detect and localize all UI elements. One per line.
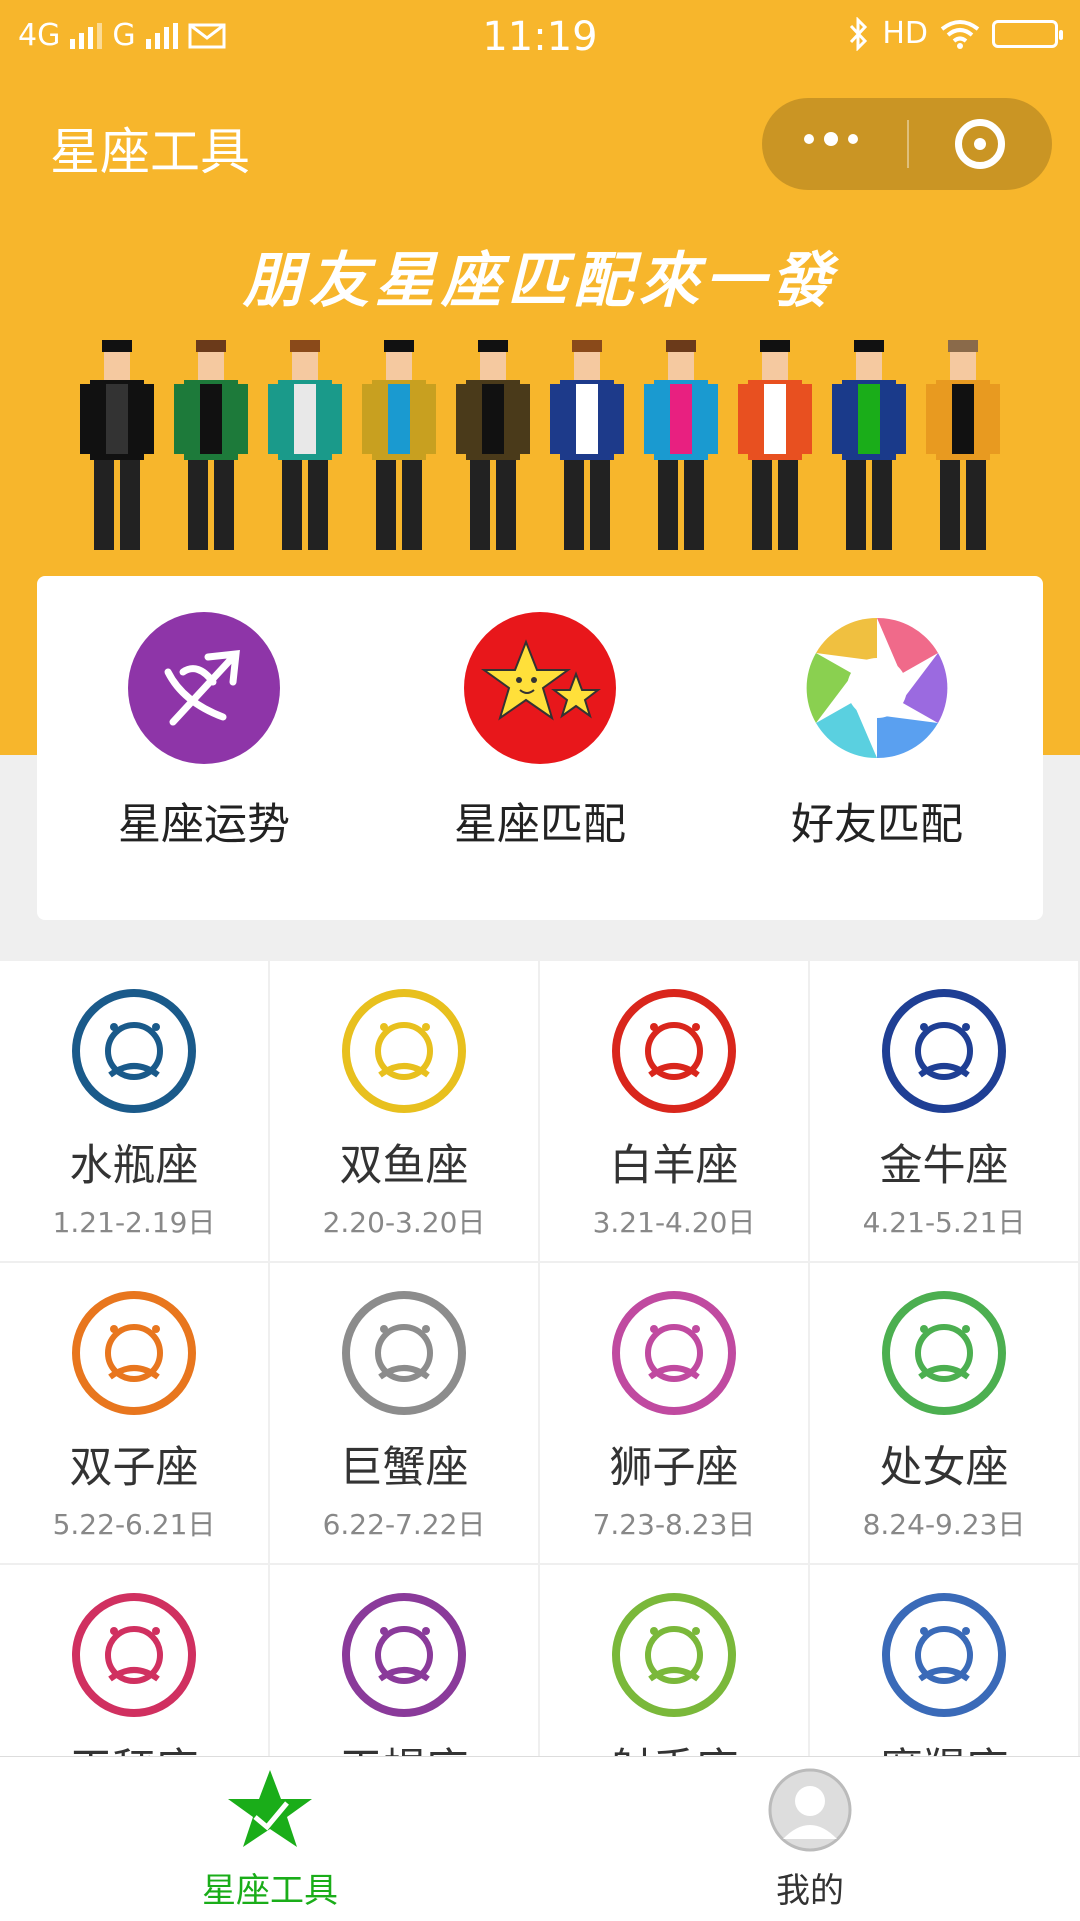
status-right: HD [848, 16, 1063, 51]
zodiac-name: 白羊座 [609, 1141, 739, 1191]
zodiac-icon [612, 1291, 736, 1415]
star-tab-icon [228, 1770, 312, 1847]
zodiac-dates: 8.24-9.23日 [862, 1508, 1026, 1541]
zodiac-name: 金牛座 [879, 1141, 1009, 1191]
capsule-divider [907, 120, 909, 168]
feature-horoscope[interactable]: 星座运势 [54, 612, 354, 852]
zodiac-name: 射手座 [540, 1735, 808, 1756]
zodiac-icon [882, 1291, 1006, 1415]
zodiac-icon [882, 1593, 1006, 1717]
zodiac-icon [612, 989, 736, 1113]
zodiac-cell[interactable]: 双鱼座 2.20-3.20日 [270, 961, 538, 1261]
zodiac-icon [72, 1291, 196, 1415]
zodiac-dates: 5.22-6.21日 [52, 1508, 216, 1541]
zodiac-dates: 6.22-7.22日 [322, 1508, 486, 1541]
zodiac-name: 水瓶座 [69, 1141, 199, 1191]
zodiac-name: 处女座 [879, 1443, 1009, 1493]
zodiac-icon [882, 989, 1006, 1113]
feature-label: 好友匹配 [791, 800, 963, 850]
zodiac-grid: 水瓶座 1.21-2.19日 双鱼座 2.20-3.20日 白羊座 3.21-4.20日 金… [0, 961, 1080, 1756]
zodiac-dates: 2.20-3.20日 [322, 1206, 486, 1239]
aperture-icon [801, 612, 953, 764]
zodiac-cell[interactable]: 双子座 5.22-6.21日 [0, 1263, 268, 1563]
zodiac-name: 狮子座 [609, 1443, 739, 1493]
zodiac-cell[interactable]: 射手座 [540, 1565, 808, 1756]
zodiac-dates: 1.21-2.19日 [52, 1206, 216, 1239]
tab-bar: 星座工具 我的 [0, 1756, 1080, 1921]
status-bar: 4G G 11:19 HD [0, 0, 1080, 80]
feature-card: 星座运势 星座匹配 好友匹配 [37, 576, 1043, 920]
feature-zodiac-match[interactable]: 星座匹配 [390, 612, 690, 852]
zodiac-cell[interactable]: 摩羯座 [810, 1565, 1078, 1756]
zodiac-icon [342, 989, 466, 1113]
zodiac-icon [72, 989, 196, 1113]
sagittarius-icon [128, 612, 280, 764]
zodiac-cell[interactable]: 白羊座 3.21-4.20日 [540, 961, 808, 1261]
zodiac-dates: 7.23-8.23日 [592, 1508, 756, 1541]
close-target-icon[interactable] [955, 119, 1005, 169]
zodiac-name: 天蝎座 [270, 1735, 538, 1756]
zodiac-cell[interactable]: 金牛座 4.21-5.21日 [810, 961, 1078, 1261]
zodiac-icon [612, 1593, 736, 1717]
battery-icon [992, 19, 1063, 48]
zodiac-icon [342, 1291, 466, 1415]
zodiac-name: 双子座 [69, 1443, 199, 1493]
bluetooth-icon [850, 16, 868, 51]
zodiac-name: 巨蟹座 [339, 1443, 469, 1493]
zodiac-icon [72, 1593, 196, 1717]
zodiac-name: 摩羯座 [810, 1735, 1078, 1756]
more-icon[interactable] [804, 132, 858, 146]
zodiac-dates: 4.21-5.21日 [862, 1206, 1026, 1239]
feature-label: 星座运势 [118, 800, 290, 850]
tab-mine[interactable]: 我的 [660, 1767, 960, 1912]
zodiac-cell[interactable]: 狮子座 7.23-8.23日 [540, 1263, 808, 1563]
feature-friend-match[interactable]: 好友匹配 [727, 612, 1027, 852]
hd-label: HD [882, 16, 928, 51]
avatar-icon [768, 1768, 852, 1852]
zodiac-cell[interactable]: 巨蟹座 6.22-7.22日 [270, 1263, 538, 1563]
capsule-menu [762, 98, 1052, 190]
zodiac-name: 天秤座 [0, 1735, 268, 1756]
zodiac-cell[interactable]: 处女座 8.24-9.23日 [810, 1263, 1078, 1563]
banner-slogan: 朋友星座匹配來一發 [243, 246, 837, 316]
zodiac-cell[interactable]: 天秤座 [0, 1565, 268, 1756]
feature-label: 星座匹配 [454, 800, 626, 850]
zodiac-cell[interactable]: 天蝎座 [270, 1565, 538, 1756]
wifi-icon [940, 19, 980, 49]
stars-icon [464, 612, 616, 764]
zodiac-icon [342, 1593, 466, 1717]
tab-zodiac-tools[interactable]: 星座工具 [120, 1767, 420, 1912]
pixel-people-illustration [80, 340, 1000, 550]
zodiac-dates: 3.21-4.20日 [592, 1206, 756, 1239]
tab-label: 星座工具 [202, 1871, 338, 1911]
zodiac-cell[interactable]: 水瓶座 1.21-2.19日 [0, 961, 268, 1261]
tab-label: 我的 [776, 1871, 844, 1911]
page-title: 星座工具 [50, 123, 250, 181]
zodiac-name: 双鱼座 [339, 1141, 469, 1191]
